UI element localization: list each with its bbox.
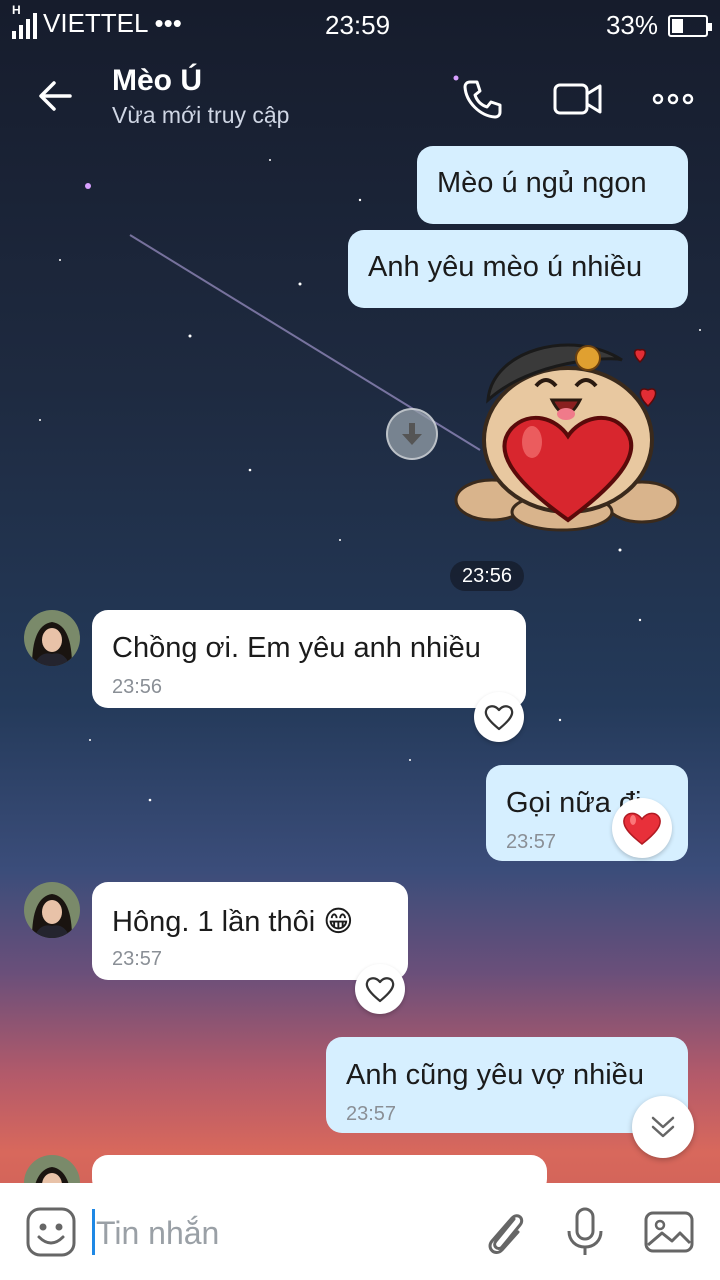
battery-icon bbox=[668, 14, 712, 37]
message-input-bar: Tin nhắn bbox=[0, 1183, 720, 1280]
contact-photo bbox=[24, 610, 80, 666]
message-text: Mèo ú ngủ ngon bbox=[437, 167, 647, 199]
message-bubble-incoming[interactable]: Hông. 1 lần thôi 😁 23:57 bbox=[92, 882, 408, 980]
avatar[interactable] bbox=[24, 882, 80, 938]
message-bubble-outgoing[interactable]: Anh yêu mèo ú nhiều bbox=[348, 230, 688, 308]
message-text: Anh yêu mèo ú nhiều bbox=[368, 251, 643, 283]
back-arrow-icon[interactable] bbox=[32, 72, 80, 120]
message-time: 23:56 bbox=[112, 676, 163, 698]
scroll-to-bottom-button[interactable] bbox=[632, 1096, 694, 1158]
contact-status: Vừa mới truy cập bbox=[112, 102, 290, 128]
arrow-down-icon bbox=[402, 423, 422, 445]
message-time: 23:57 bbox=[506, 831, 557, 853]
react-button[interactable] bbox=[355, 964, 405, 1014]
message-text: Hông. 1 lần thôi 😁 bbox=[112, 906, 354, 938]
heart-outline-icon bbox=[365, 977, 395, 1003]
double-chevron-down-icon bbox=[651, 1116, 675, 1138]
download-button[interactable] bbox=[386, 408, 438, 460]
sticker-timestamp: 23:56 bbox=[450, 561, 524, 591]
microphone-icon[interactable] bbox=[558, 1205, 612, 1259]
signal-icon: H bbox=[12, 3, 37, 39]
message-time: 23:57 bbox=[112, 948, 163, 970]
status-bar: H VIETTEL ••• 23:59 33% bbox=[0, 0, 720, 50]
avatar[interactable] bbox=[24, 610, 80, 666]
network-type: H bbox=[12, 2, 21, 17]
react-button[interactable] bbox=[474, 692, 524, 742]
more-options-icon[interactable] bbox=[650, 74, 696, 124]
message-time: 23:57 bbox=[346, 1103, 397, 1125]
emoji-sticker-icon[interactable] bbox=[24, 1205, 78, 1259]
message-bubble-outgoing[interactable]: Mèo ú ngủ ngon bbox=[417, 146, 688, 224]
reaction-badge[interactable] bbox=[612, 798, 672, 858]
status-right: 33% bbox=[605, 10, 712, 41]
contact-photo bbox=[24, 882, 80, 938]
battery-percent: 33% bbox=[605, 10, 658, 40]
heart-red-icon bbox=[623, 812, 661, 845]
message-text: Anh cũng yêu vợ nhiều bbox=[346, 1059, 644, 1091]
message-bubble-incoming[interactable]: Chồng ơi. Em yêu anh nhiều 23:56 bbox=[92, 610, 526, 708]
contact-name[interactable]: Mèo Ú bbox=[112, 64, 202, 98]
heart-outline-icon bbox=[484, 705, 514, 731]
image-gallery-icon[interactable] bbox=[642, 1205, 696, 1259]
clock: 23:59 bbox=[325, 10, 391, 40]
phone-call-icon[interactable] bbox=[458, 74, 508, 124]
chat-header: Mèo Ú Vừa mới truy cập bbox=[0, 50, 720, 146]
cat-hugging-heart-sticker[interactable] bbox=[452, 330, 684, 535]
status-more: ••• bbox=[154, 8, 182, 38]
message-input[interactable]: Tin nhắn bbox=[92, 1207, 442, 1259]
paperclip-icon[interactable] bbox=[478, 1205, 532, 1259]
message-text: Chồng ơi. Em yêu anh nhiều bbox=[112, 632, 481, 664]
battery-level bbox=[672, 18, 683, 33]
video-call-icon[interactable] bbox=[552, 74, 604, 124]
status-left: H VIETTEL ••• bbox=[12, 3, 182, 39]
carrier-name: VIETTEL bbox=[43, 8, 149, 38]
